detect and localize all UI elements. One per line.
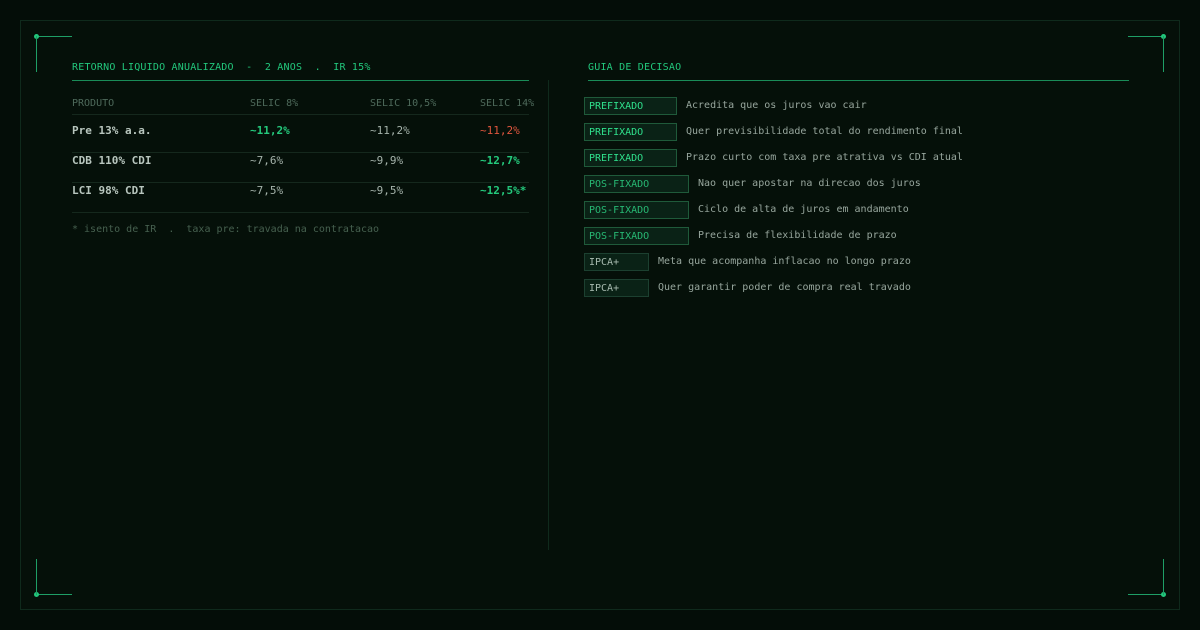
row-1-product: Pre 13% a.a. xyxy=(72,124,152,137)
corner-bracket-bottom-left xyxy=(34,557,72,597)
row-1-selic-14: ~11,2% xyxy=(480,124,520,137)
corner-dot-icon xyxy=(1161,592,1166,597)
row-3-selic-14: ~12,5%* xyxy=(480,184,527,197)
row-3-rule xyxy=(72,212,529,213)
guide-item-text: Acredita que os juros vao cair xyxy=(686,100,867,111)
decision-guide-title: GUIA DE DECISAO xyxy=(588,62,682,73)
table-footnote: * isento de IR . taxa pre: travada na co… xyxy=(72,224,380,235)
row-3-selic-10-5: ~9,5% xyxy=(370,184,404,197)
tag-prefixado: PREFIXADO xyxy=(584,97,677,115)
tag-pos-fixado: POS-FIXADO xyxy=(584,201,689,219)
guide-item-text: Nao quer apostar na direcao dos juros xyxy=(698,178,921,189)
tag-ipca: IPCA+ xyxy=(584,279,649,297)
guide-item-text: Meta que acompanha inflacao no longo pra… xyxy=(658,256,911,267)
guide-item-text: Quer garantir poder de compra real trava… xyxy=(658,282,911,293)
tag-pos-fixado: POS-FIXADO xyxy=(584,227,689,245)
row-2-selic-10-5: ~9,9% xyxy=(370,154,404,167)
panel-divider xyxy=(548,80,549,550)
returns-title-rule xyxy=(72,80,529,81)
tag-prefixado: PREFIXADO xyxy=(584,123,677,141)
tag-prefixado: PREFIXADO xyxy=(584,149,677,167)
corner-dot-icon xyxy=(34,592,39,597)
row-2-rule xyxy=(72,182,529,183)
row-3-product: LCI 98% CDI xyxy=(72,184,145,197)
guide-item-text: Ciclo de alta de juros em andamento xyxy=(698,204,909,215)
corner-bracket-top-right xyxy=(1128,34,1166,74)
col-header-selic-10-5: SELIC 10,5% xyxy=(370,98,437,109)
header-row-rule xyxy=(72,114,529,115)
returns-panel-title: RETORNO LIQUIDO ANUALIZADO - 2 ANOS . IR… xyxy=(72,62,371,73)
row-1-rule xyxy=(72,152,529,153)
row-1-selic-10-5: ~11,2% xyxy=(370,124,410,137)
row-1-selic-8: ~11,2% xyxy=(250,124,290,137)
row-3-selic-8: ~7,5% xyxy=(250,184,284,197)
guide-item-text: Quer previsibilidade total do rendimento… xyxy=(686,126,963,137)
col-header-selic-14: SELIC 14% xyxy=(480,98,535,109)
corner-dot-icon xyxy=(1161,34,1166,39)
corner-bracket-bottom-right xyxy=(1128,557,1166,597)
col-header-product: PRODUTO xyxy=(72,98,115,109)
col-header-selic-8: SELIC 8% xyxy=(250,98,299,109)
corner-dot-icon xyxy=(34,34,39,39)
guide-item-text: Precisa de flexibilidade de prazo xyxy=(698,230,897,241)
row-2-selic-14: ~12,7% xyxy=(480,154,520,167)
tag-pos-fixado: POS-FIXADO xyxy=(584,175,689,193)
row-2-product: CDB 110% CDI xyxy=(72,154,152,167)
tag-ipca: IPCA+ xyxy=(584,253,649,271)
decision-guide-rule xyxy=(588,80,1129,81)
corner-bracket-top-left xyxy=(34,34,72,74)
guide-item-text: Prazo curto com taxa pre atrativa vs CDI… xyxy=(686,152,963,163)
row-2-selic-8: ~7,6% xyxy=(250,154,284,167)
